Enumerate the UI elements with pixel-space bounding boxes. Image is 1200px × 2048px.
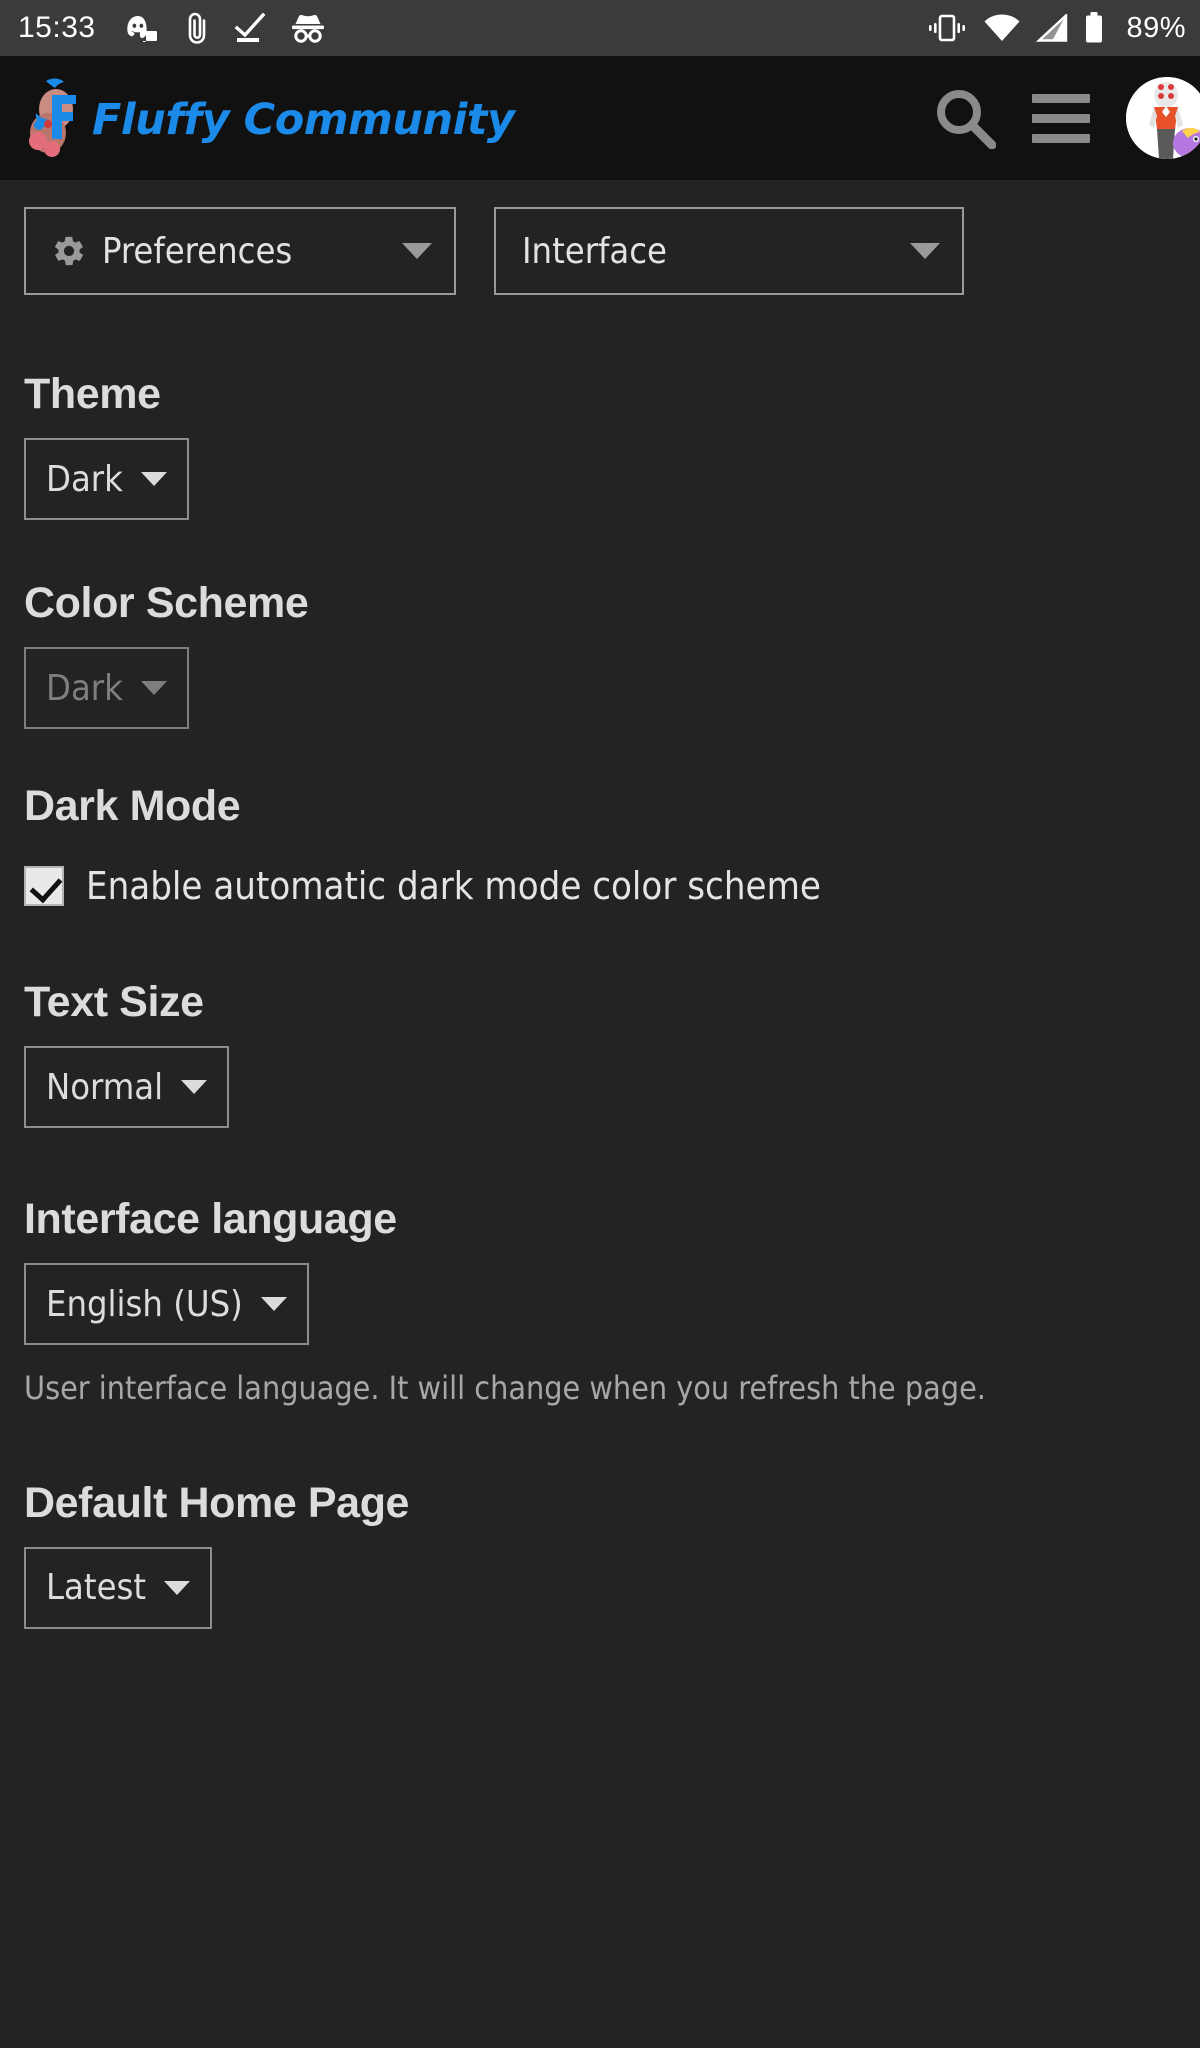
- dark-mode-checkbox[interactable]: [24, 866, 64, 906]
- chevron-down-icon: [402, 243, 432, 259]
- text-size-select[interactable]: Normal: [24, 1046, 230, 1128]
- status-clock: 15:33: [18, 11, 96, 44]
- text-size-select-value: Normal: [46, 1066, 164, 1108]
- status-system-icons: 89%: [926, 12, 1186, 45]
- interface-language-heading: Interface language: [24, 1195, 397, 1243]
- theme-select[interactable]: Dark: [24, 438, 189, 520]
- interface-language-select-value: English (US): [46, 1283, 243, 1325]
- color-scheme-select-value: Dark: [46, 667, 123, 709]
- preferences-dropdown-label: Preferences: [102, 230, 293, 272]
- battery-icon: [1086, 12, 1103, 43]
- incognito-icon: [291, 15, 324, 43]
- vibrate-icon: [929, 14, 966, 42]
- default-home-page-select-value: Latest: [46, 1567, 147, 1609]
- interface-language-select[interactable]: English (US): [24, 1263, 309, 1345]
- interface-dropdown[interactable]: Interface: [494, 207, 964, 295]
- interface-dropdown-label: Interface: [522, 230, 667, 272]
- dark-mode-heading: Dark Mode: [24, 782, 241, 830]
- default-home-page-select[interactable]: Latest: [24, 1546, 213, 1629]
- settings-nav-row: Preferences Interface: [24, 180, 1176, 295]
- wifi-icon: [984, 14, 1020, 41]
- cell-signal-icon: [1036, 14, 1068, 42]
- site-logo-text: Fluffy Community: [92, 94, 515, 145]
- hamburger-menu-icon[interactable]: [1032, 93, 1090, 143]
- hamburger-bar: [1032, 93, 1090, 103]
- chevron-down-icon: [140, 472, 167, 486]
- chevron-down-icon: [260, 1297, 287, 1311]
- settings-page: Preferences Interface Theme Dark Color S…: [0, 180, 1200, 1629]
- fluffy-mascot-icon: [29, 78, 76, 157]
- download-complete-icon: [234, 12, 265, 42]
- site-header: Fluffy Community: [0, 56, 1200, 180]
- interface-language-help-text: User interface language. It will change …: [24, 1369, 986, 1407]
- attachment-icon: [188, 12, 205, 44]
- battery-percent-label: 89%: [1126, 11, 1186, 44]
- dark-mode-checkbox-label: Enable automatic dark mode color scheme: [86, 864, 821, 908]
- gear-icon: [55, 236, 83, 266]
- text-size-heading: Text Size: [24, 978, 204, 1026]
- theme-select-value: Dark: [46, 458, 123, 500]
- hamburger-bar: [1032, 113, 1090, 123]
- theme-heading: Theme: [24, 370, 161, 418]
- color-scheme-heading: Color Scheme: [24, 579, 309, 627]
- android-status-bar: 15:33 89%: [0, 0, 1200, 56]
- hamburger-bar: [1032, 133, 1090, 143]
- discord-icon: [126, 16, 157, 42]
- avatar-image: [1126, 77, 1200, 159]
- dark-mode-checkbox-row[interactable]: Enable automatic dark mode color scheme: [24, 864, 1176, 908]
- chevron-down-icon: [181, 1080, 208, 1094]
- avatar[interactable]: [1126, 77, 1200, 159]
- chevron-down-icon: [164, 1580, 191, 1595]
- search-icon[interactable]: [934, 87, 996, 149]
- color-scheme-select[interactable]: Dark: [24, 647, 189, 729]
- default-home-page-heading: Default Home Page: [24, 1478, 410, 1527]
- site-logo[interactable]: Fluffy Community: [26, 56, 515, 180]
- header-actions: [934, 77, 1200, 159]
- chevron-down-icon: [910, 243, 940, 259]
- preferences-dropdown[interactable]: Preferences: [24, 207, 456, 295]
- status-notification-icons: [126, 11, 326, 45]
- chevron-down-icon: [140, 681, 167, 695]
